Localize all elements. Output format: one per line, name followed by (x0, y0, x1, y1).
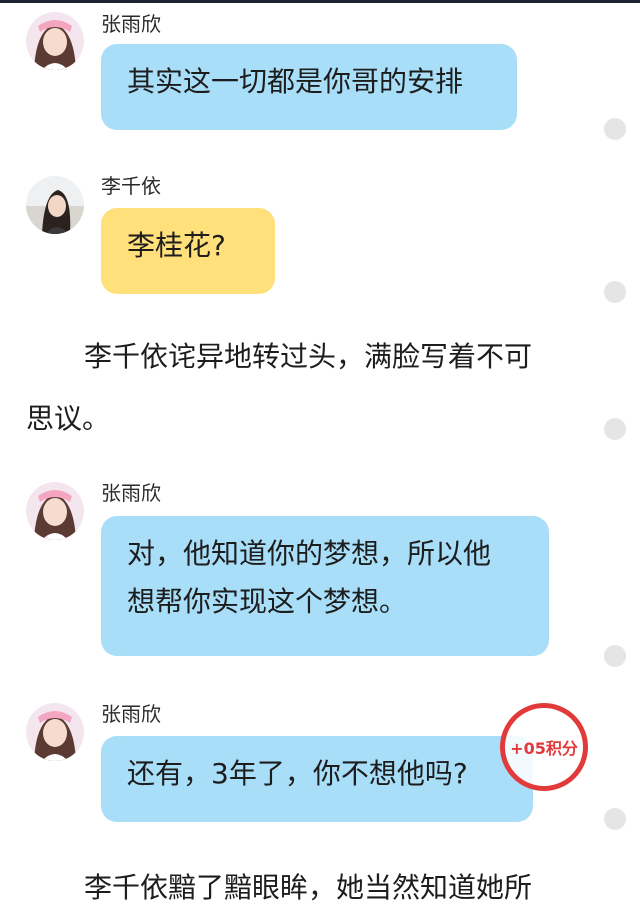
message-bubble[interactable]: 李桂花? (101, 208, 275, 294)
narration-line: 李千依黯了黯眼眸，她当然知道她所 (84, 871, 533, 904)
avatar-icon[interactable] (26, 703, 84, 761)
message-text: 想帮你实现这个梦想。 (127, 585, 408, 618)
narration-line: 李千依诧异地转过头，满脸写着不可 (84, 340, 533, 373)
avatar-icon[interactable] (26, 12, 84, 70)
sender-name: 张雨欣 (101, 481, 161, 505)
message-text: 李桂花? (127, 229, 226, 262)
narration-paragraph: 李千依黯了黯眼眸，她当然知道她所 (26, 857, 596, 919)
circle-dot-icon (604, 418, 626, 440)
message-bubble[interactable]: 对，他知道你的梦想，所以他 想帮你实现这个梦想。 (101, 516, 549, 656)
message-text: 还有，3年了，你不想他吗? (127, 757, 468, 790)
top-status-strip (0, 0, 640, 3)
message-text: 对，他知道你的梦想，所以他 (127, 537, 492, 570)
circle-dot-icon (604, 645, 626, 667)
message-bubble[interactable]: 还有，3年了，你不想他吗? (101, 736, 533, 822)
message-text: 其实这一切都是你哥的安排 (127, 65, 464, 98)
sender-name: 李千依 (101, 174, 161, 198)
narration-line: 思议。 (26, 402, 111, 435)
message-bubble[interactable]: 其实这一切都是你哥的安排 (101, 44, 517, 130)
circle-dot-icon (604, 118, 626, 140)
sender-name: 张雨欣 (101, 12, 161, 36)
circle-dot-icon (604, 808, 626, 830)
points-badge-text: +05积分 (510, 739, 578, 758)
avatar-icon[interactable] (26, 482, 84, 540)
sender-name: 张雨欣 (101, 702, 161, 726)
circle-dot-icon (604, 281, 626, 303)
points-badge[interactable]: +05积分 (500, 703, 588, 791)
narration-paragraph: 李千依诧异地转过头，满脸写着不可 思议。 (26, 326, 596, 450)
avatar-icon[interactable] (26, 176, 84, 234)
